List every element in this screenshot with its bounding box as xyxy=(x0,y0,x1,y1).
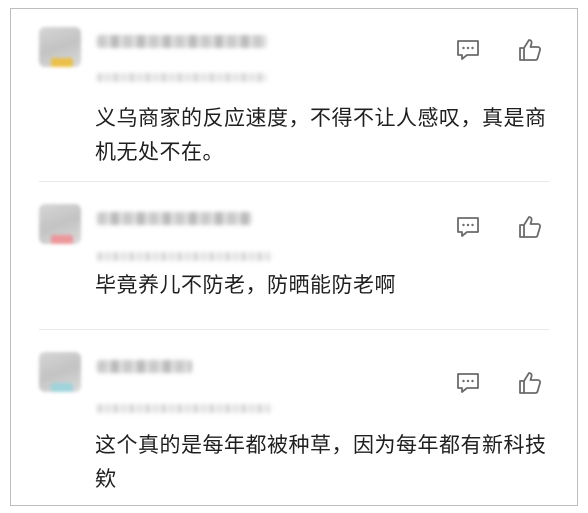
thumbs-up-icon[interactable] xyxy=(515,368,545,398)
username-blurred[interactable] xyxy=(97,360,192,373)
comment-item: 这个真的是每年都被种草，因为每年都有新科技欸 xyxy=(11,348,577,498)
comment-icon[interactable] xyxy=(453,212,483,242)
divider xyxy=(39,329,549,330)
comment-item: 义乌商家的反应速度，不得不让人感叹，真是商机无处不在。 xyxy=(11,23,577,183)
comment-icon[interactable] xyxy=(453,368,483,398)
avatar[interactable] xyxy=(39,204,81,244)
comment-text: 毕竟养儿不防老，防晒能防老啊 xyxy=(95,273,396,297)
divider xyxy=(39,181,549,182)
comment-text: 这个真的是每年都被种草，因为每年都有新科技欸 xyxy=(95,433,547,491)
avatar[interactable] xyxy=(39,27,81,67)
avatar[interactable] xyxy=(39,352,81,392)
comment-meta-blurred xyxy=(97,404,272,413)
comment-list: 义乌商家的反应速度，不得不让人感叹，真是商机无处不在。 毕竟养儿不防老，防晒能防… xyxy=(10,8,578,506)
comment-meta-blurred xyxy=(97,73,267,82)
comment-icon[interactable] xyxy=(453,35,483,65)
thumbs-up-icon[interactable] xyxy=(515,35,545,65)
thumbs-up-icon[interactable] xyxy=(515,212,545,242)
comment-meta-blurred xyxy=(97,252,272,261)
username-blurred[interactable] xyxy=(97,35,267,48)
username-blurred[interactable] xyxy=(97,212,252,225)
comment-text: 义乌商家的反应速度，不得不让人感叹，真是商机无处不在。 xyxy=(95,106,547,164)
comment-item: 毕竟养儿不防老，防晒能防老啊 xyxy=(11,200,577,330)
